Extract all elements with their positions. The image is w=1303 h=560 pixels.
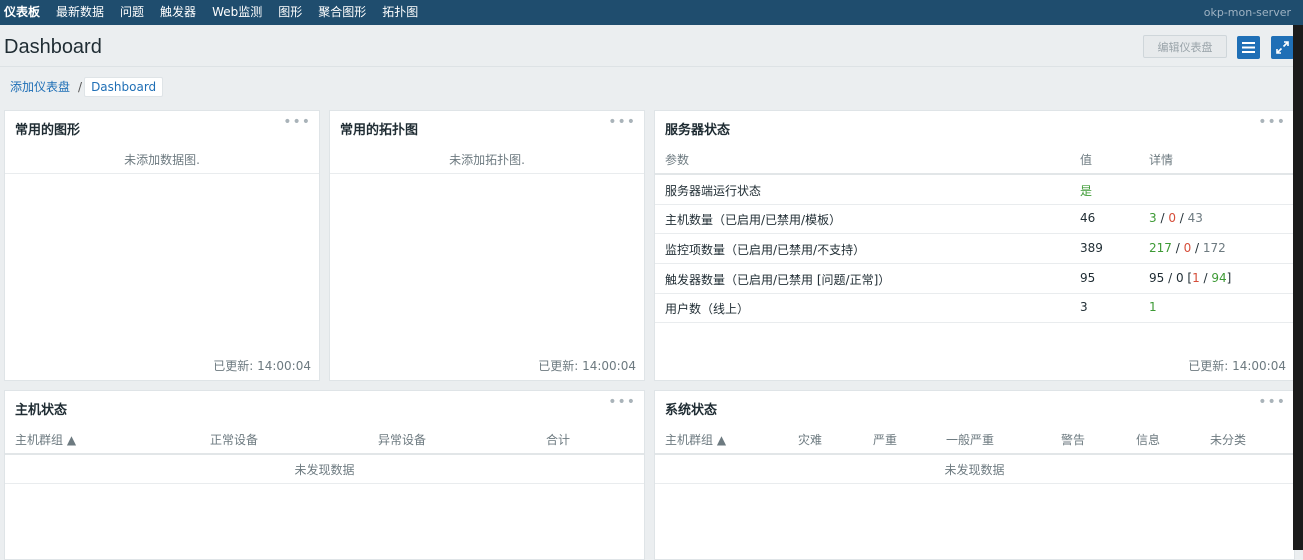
last-updated: 已更新: 14:00:04	[538, 359, 636, 373]
breadcrumb: 添加仪表盘 / Dashboard	[4, 76, 164, 97]
breadcrumb-parent-link[interactable]: 添加仪表盘	[4, 76, 76, 97]
table-header-divider	[655, 453, 1294, 455]
last-updated: 已更新: 14:00:04	[1188, 359, 1286, 373]
column-header-problem: 异常设备	[378, 433, 427, 447]
header-divider	[0, 66, 1303, 67]
nav-dashboard[interactable]: 仪表板	[0, 0, 48, 25]
detail-sep: /	[1175, 211, 1188, 225]
nav-problems[interactable]: 问题	[112, 0, 152, 25]
last-updated: 已更新: 14:00:04	[213, 359, 311, 373]
row-divider	[655, 483, 1294, 484]
enabled-count: 3	[1149, 211, 1157, 225]
row-value: 是	[1080, 184, 1093, 198]
column-header-high: 严重	[873, 433, 898, 447]
widget-menu-icon[interactable]: •••	[1258, 394, 1286, 410]
table-header-divider	[655, 173, 1294, 175]
widget-title: 常用的拓扑图	[340, 123, 419, 138]
widget-menu-icon[interactable]: •••	[608, 114, 636, 130]
row-divider	[655, 204, 1294, 205]
widget-title: 服务器状态	[665, 123, 731, 138]
breadcrumb-separator: /	[78, 79, 83, 94]
row-detail: 217 / 0 / 172	[1149, 241, 1226, 255]
row-param: 用户数（线上）	[665, 302, 750, 316]
row-divider	[5, 483, 644, 484]
server-name: okp-mon-server	[1203, 6, 1291, 19]
detail-sep: /	[1199, 271, 1212, 285]
row-param: 主机数量（已启用/已禁用/模板）	[665, 213, 842, 227]
list-icon	[1242, 42, 1255, 53]
row-divider	[655, 293, 1294, 294]
column-header-detail: 详情	[1149, 153, 1174, 167]
nav-latest-data[interactable]: 最新数据	[48, 0, 112, 25]
row-param: 服务器端运行状态	[665, 184, 762, 198]
enabled-count: 217	[1149, 241, 1172, 255]
divider	[5, 173, 319, 174]
widget-menu-icon[interactable]: •••	[283, 114, 311, 130]
row-divider	[655, 322, 1294, 323]
row-param: 监控项数量（已启用/已禁用/不支持）	[665, 243, 866, 257]
ok-count: 94	[1211, 271, 1227, 285]
unsupported-count: 172	[1202, 241, 1226, 255]
empty-message: 未添加数据图.	[124, 153, 200, 167]
row-param: 触发器数量（已启用/已禁用 [问题/正常]）	[665, 273, 891, 287]
detail-sep: /	[1171, 241, 1184, 255]
nav-web[interactable]: Web监测	[204, 0, 270, 25]
widget-favorite-maps: 常用的拓扑图 ••• 未添加拓扑图. 已更新: 14:00:04	[329, 110, 645, 381]
expand-icon	[1276, 41, 1289, 54]
widget-host-status: 主机状态 ••• 主机群组 ▲ 正常设备 异常设备 合计 未发现数据	[4, 390, 645, 560]
nav-graphs[interactable]: 图形	[270, 0, 310, 25]
widget-title: 主机状态	[15, 403, 68, 418]
breadcrumb-current[interactable]: Dashboard	[84, 76, 164, 97]
row-detail: 3 / 0 / 43	[1149, 211, 1203, 225]
row-value: 46	[1080, 211, 1096, 225]
problem-count: 1	[1192, 271, 1200, 285]
column-header-disaster: 灾难	[798, 433, 823, 447]
widget-menu-icon[interactable]: •••	[608, 394, 636, 410]
table-header-divider	[5, 453, 644, 455]
detail-sep: /	[1156, 211, 1169, 225]
row-value: 3	[1080, 300, 1088, 314]
detail-sep: /	[1191, 241, 1203, 255]
nav-triggers[interactable]: 触发器	[152, 0, 204, 25]
fullscreen-button[interactable]	[1271, 36, 1294, 59]
column-header-host-group[interactable]: 主机群组 ▲	[15, 431, 76, 448]
column-header-param: 参数	[665, 153, 690, 167]
column-header-average: 一般严重	[946, 433, 995, 447]
row-divider	[655, 233, 1294, 234]
template-count: 43	[1187, 211, 1203, 225]
scrollbar[interactable]	[1293, 25, 1303, 550]
nav-screens[interactable]: 聚合图形	[310, 0, 374, 25]
empty-message: 未添加拓扑图.	[449, 153, 525, 167]
row-value: 389	[1080, 241, 1103, 255]
empty-message: 未发现数据	[294, 463, 355, 477]
row-value: 95	[1080, 271, 1096, 285]
empty-message: 未发现数据	[944, 463, 1005, 477]
disabled-count: 0	[1168, 211, 1176, 225]
widget-title: 常用的图形	[15, 123, 81, 138]
widget-server-status: 服务器状态 ••• 参数 值 详情 服务器端运行状态 是 主机数量（已启用/已禁…	[654, 110, 1295, 381]
edit-dashboard-button[interactable]: 编辑仪表盘	[1143, 35, 1227, 58]
column-header-total: 合计	[546, 433, 571, 447]
detail-suffix: ]	[1226, 271, 1232, 285]
column-header-not-classified: 未分类	[1210, 433, 1247, 447]
nav-maps[interactable]: 拓扑图	[374, 0, 426, 25]
column-header-information: 信息	[1136, 433, 1161, 447]
top-nav: 仪表板 最新数据 问题 触发器 Web监测 图形 聚合图形 拓扑图 okp-mo…	[0, 0, 1303, 25]
row-detail: 1	[1149, 300, 1157, 314]
divider	[330, 173, 644, 174]
widget-menu-icon[interactable]: •••	[1258, 114, 1286, 130]
widget-system-status: 系统状态 ••• 主机群组 ▲ 灾难 严重 一般严重 警告 信息 未分类 未发现…	[654, 390, 1295, 560]
column-header-host-group[interactable]: 主机群组 ▲	[665, 431, 726, 448]
widget-favorite-graphs: 常用的图形 ••• 未添加数据图. 已更新: 14:00:04	[4, 110, 320, 381]
column-header-ok: 正常设备	[210, 433, 259, 447]
column-header-value: 值	[1080, 153, 1093, 167]
row-detail: 95 / 0 [1 / 94]	[1149, 271, 1231, 285]
menu-button[interactable]	[1237, 36, 1260, 59]
column-header-warning: 警告	[1061, 433, 1086, 447]
page-title: Dashboard	[4, 36, 102, 58]
detail-prefix: 95 / 0 [	[1149, 271, 1193, 285]
widget-title: 系统状态	[665, 403, 718, 418]
row-divider	[655, 263, 1294, 264]
